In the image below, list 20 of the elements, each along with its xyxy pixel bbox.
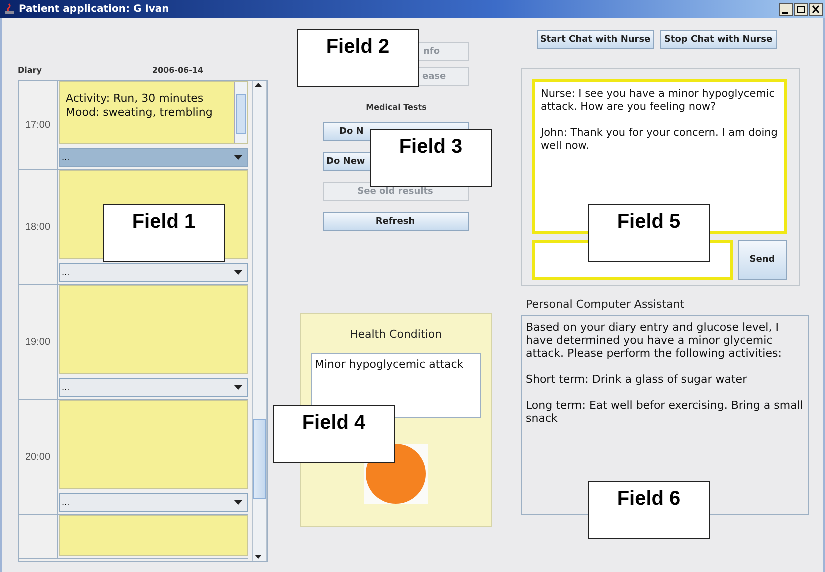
time-label: 19:00 <box>19 285 58 399</box>
time-label: 18:00 <box>19 170 58 284</box>
diary-date: 2006-06-14 <box>151 66 205 74</box>
assistant-message: Long term: Eat well befor exercising. Bring a small snack <box>526 399 804 425</box>
annotation-tooltip: Field 3 <box>370 129 492 187</box>
annotation-tooltip: Field 2 <box>297 29 419 87</box>
window-title: Patient application: G Ivan <box>19 4 170 14</box>
diary-label: Diary <box>18 66 43 74</box>
annotation-tooltip: Field 6 <box>588 481 710 539</box>
section-title: Personal Computer Assistant <box>526 298 686 311</box>
panel-title: Health Condition <box>350 328 442 341</box>
assistant-message: Short term: Drink a glass of sugar water <box>526 373 748 386</box>
section-title: Medical Tests <box>366 103 427 112</box>
chat-message: John: Thank you for your concern. I am doing well now. <box>541 127 778 153</box>
annotation-tooltip: Field 5 <box>588 204 710 262</box>
assistant-message: Based on your diary entry and glucose level, I have determined you have a minor glycemic attack. Please perform the following activities: <box>526 321 783 360</box>
chat-message: Nurse: I see you have a minor hypoglycemic attack. How are you feeling now? <box>541 88 776 114</box>
time-label: 20:00 <box>19 400 58 514</box>
annotation-tooltip: Field 1 <box>103 204 225 262</box>
time-label: 17:00 <box>19 81 58 169</box>
